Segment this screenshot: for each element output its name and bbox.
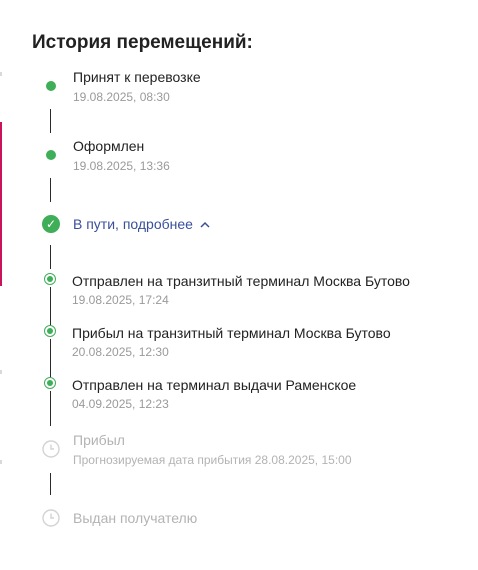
substep-marker — [44, 377, 56, 389]
substep-title: Отправлен на транзитный терминал Москва … — [72, 273, 410, 289]
step-title: Принят к перевозке — [73, 69, 201, 85]
substep-title: Прибыл на транзитный терминал Москва Бут… — [72, 325, 391, 341]
status-dot-done — [46, 150, 56, 160]
step-date: 19.08.2025, 13:36 — [73, 159, 170, 173]
timeline-connector — [50, 109, 51, 133]
edge-mark — [0, 370, 2, 374]
timeline-connector — [50, 178, 51, 202]
clock-icon — [42, 509, 60, 527]
substep-date: 20.08.2025, 12:30 — [72, 345, 169, 359]
in-transit-label: В пути, подробнее — [73, 216, 193, 232]
clock-icon — [42, 440, 60, 458]
timeline-connector — [50, 473, 51, 495]
timeline-connector — [50, 287, 51, 327]
edge-mark — [0, 72, 2, 76]
step-date: 19.08.2025, 08:30 — [73, 90, 170, 104]
substep-date: 19.08.2025, 17:24 — [72, 293, 169, 307]
step-title: Оформлен — [73, 138, 145, 154]
step-title: Выдан получателю — [73, 510, 198, 526]
substep-date: 04.09.2025, 12:23 — [72, 397, 169, 411]
timeline-connector — [50, 391, 51, 426]
step-forecast-date: Прогнозируемая дата прибытия 28.08.2025,… — [73, 453, 352, 467]
side-accent-bar — [0, 122, 2, 286]
timeline-connector — [50, 339, 51, 379]
substep-marker — [44, 325, 56, 337]
substep-marker — [44, 273, 56, 285]
status-dot-done — [46, 81, 56, 91]
check-circle-icon: ✓ — [42, 215, 60, 233]
history-title: История перемещений: — [32, 32, 253, 53]
step-title: Прибыл — [73, 432, 125, 448]
in-transit-details-toggle[interactable]: В пути, подробнее — [73, 215, 210, 233]
chevron-up-icon — [200, 221, 210, 228]
edge-mark — [0, 460, 2, 464]
timeline-connector — [50, 245, 51, 269]
substep-title: Отправлен на терминал выдачи Раменское — [72, 377, 357, 393]
